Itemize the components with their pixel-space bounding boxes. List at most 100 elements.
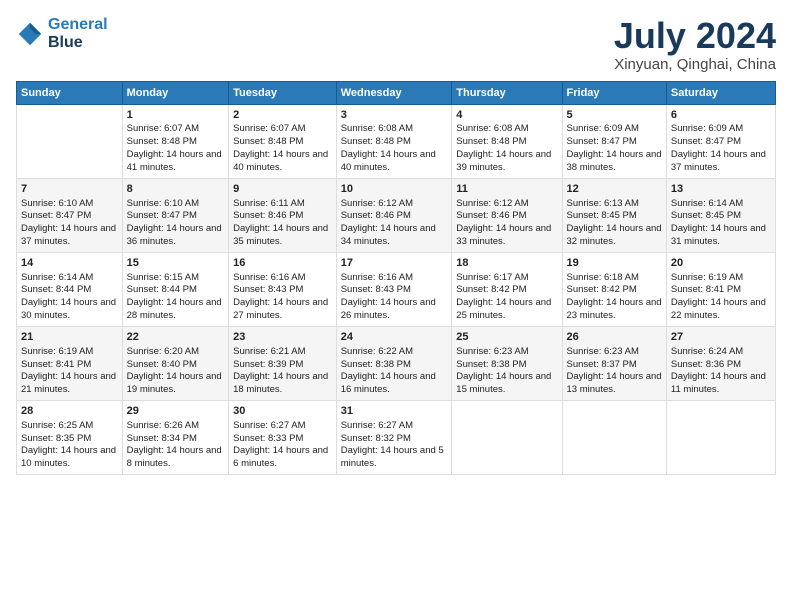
day-number: 12 [567, 182, 662, 197]
sunset-text: Sunset: 8:35 PM [21, 433, 118, 446]
day-number: 28 [21, 404, 118, 419]
daylight-text: Daylight: 14 hours and 8 minutes. [127, 445, 225, 471]
day-number: 31 [341, 404, 448, 419]
calendar-cell: 22Sunrise: 6:20 AMSunset: 8:40 PMDayligh… [122, 326, 229, 400]
calendar-cell: 23Sunrise: 6:21 AMSunset: 8:39 PMDayligh… [229, 326, 337, 400]
sunrise-text: Sunrise: 6:20 AM [127, 346, 225, 359]
day-number: 9 [233, 182, 332, 197]
page-container: General Blue July 2024 Xinyuan, Qinghai,… [0, 0, 792, 483]
sunrise-text: Sunrise: 6:14 AM [21, 272, 118, 285]
day-number: 24 [341, 330, 448, 345]
calendar-cell: 3Sunrise: 6:08 AMSunset: 8:48 PMDaylight… [336, 104, 452, 178]
subtitle: Xinyuan, Qinghai, China [614, 56, 776, 73]
calendar-cell: 19Sunrise: 6:18 AMSunset: 8:42 PMDayligh… [562, 252, 666, 326]
sunset-text: Sunset: 8:47 PM [127, 210, 225, 223]
daylight-text: Daylight: 14 hours and 31 minutes. [671, 223, 771, 249]
daylight-text: Daylight: 14 hours and 19 minutes. [127, 371, 225, 397]
sunrise-text: Sunrise: 6:08 AM [341, 123, 448, 136]
daylight-text: Daylight: 14 hours and 27 minutes. [233, 297, 332, 323]
daylight-text: Daylight: 14 hours and 26 minutes. [341, 297, 448, 323]
column-header-monday: Monday [122, 81, 229, 104]
calendar-cell: 1Sunrise: 6:07 AMSunset: 8:48 PMDaylight… [122, 104, 229, 178]
calendar-cell: 6Sunrise: 6:09 AMSunset: 8:47 PMDaylight… [666, 104, 775, 178]
daylight-text: Daylight: 14 hours and 13 minutes. [567, 371, 662, 397]
calendar-cell: 21Sunrise: 6:19 AMSunset: 8:41 PMDayligh… [17, 326, 123, 400]
day-number: 2 [233, 108, 332, 123]
daylight-text: Daylight: 14 hours and 22 minutes. [671, 297, 771, 323]
daylight-text: Daylight: 14 hours and 15 minutes. [456, 371, 557, 397]
sunset-text: Sunset: 8:43 PM [341, 284, 448, 297]
sunrise-text: Sunrise: 6:13 AM [567, 198, 662, 211]
day-number: 14 [21, 256, 118, 271]
sunrise-text: Sunrise: 6:26 AM [127, 420, 225, 433]
day-number: 18 [456, 256, 557, 271]
sunset-text: Sunset: 8:38 PM [456, 359, 557, 372]
sunrise-text: Sunrise: 6:19 AM [671, 272, 771, 285]
calendar-cell: 9Sunrise: 6:11 AMSunset: 8:46 PMDaylight… [229, 178, 337, 252]
day-number: 6 [671, 108, 771, 123]
sunrise-text: Sunrise: 6:12 AM [456, 198, 557, 211]
sunrise-text: Sunrise: 6:22 AM [341, 346, 448, 359]
day-number: 17 [341, 256, 448, 271]
calendar-header-row: SundayMondayTuesdayWednesdayThursdayFrid… [17, 81, 776, 104]
calendar-cell: 26Sunrise: 6:23 AMSunset: 8:37 PMDayligh… [562, 326, 666, 400]
day-number: 11 [456, 182, 557, 197]
sunset-text: Sunset: 8:48 PM [456, 136, 557, 149]
calendar-cell [17, 104, 123, 178]
title-block: July 2024 Xinyuan, Qinghai, China [614, 16, 776, 73]
sunrise-text: Sunrise: 6:25 AM [21, 420, 118, 433]
sunrise-text: Sunrise: 6:15 AM [127, 272, 225, 285]
sunrise-text: Sunrise: 6:10 AM [127, 198, 225, 211]
calendar-cell: 8Sunrise: 6:10 AMSunset: 8:47 PMDaylight… [122, 178, 229, 252]
calendar-cell: 30Sunrise: 6:27 AMSunset: 8:33 PMDayligh… [229, 400, 337, 474]
logo-text: General Blue [48, 16, 108, 51]
daylight-text: Daylight: 14 hours and 5 minutes. [341, 445, 448, 471]
main-title: July 2024 [614, 16, 776, 56]
daylight-text: Daylight: 14 hours and 11 minutes. [671, 371, 771, 397]
day-number: 10 [341, 182, 448, 197]
calendar-cell: 7Sunrise: 6:10 AMSunset: 8:47 PMDaylight… [17, 178, 123, 252]
calendar-cell [562, 400, 666, 474]
day-number: 7 [21, 182, 118, 197]
logo: General Blue [16, 16, 108, 51]
sunrise-text: Sunrise: 6:27 AM [233, 420, 332, 433]
calendar-cell: 11Sunrise: 6:12 AMSunset: 8:46 PMDayligh… [452, 178, 562, 252]
sunrise-text: Sunrise: 6:18 AM [567, 272, 662, 285]
week-row-5: 28Sunrise: 6:25 AMSunset: 8:35 PM Dayligh… [17, 400, 776, 474]
sunrise-text: Sunrise: 6:07 AM [233, 123, 332, 136]
sunset-text: Sunset: 8:39 PM [233, 359, 332, 372]
calendar-cell: 25Sunrise: 6:23 AMSunset: 8:38 PMDayligh… [452, 326, 562, 400]
sunset-text: Sunset: 8:40 PM [127, 359, 225, 372]
daylight-text: Daylight: 14 hours and 34 minutes. [341, 223, 448, 249]
day-number: 26 [567, 330, 662, 345]
daylight-text: Daylight: 14 hours and 39 minutes. [456, 149, 557, 175]
daylight-text: Daylight: 14 hours and 41 minutes. [127, 149, 225, 175]
day-number: 21 [21, 330, 118, 345]
calendar-cell: 13Sunrise: 6:14 AMSunset: 8:45 PMDayligh… [666, 178, 775, 252]
sunset-text: Sunset: 8:38 PM [341, 359, 448, 372]
day-number: 23 [233, 330, 332, 345]
logo-general: General [48, 16, 108, 33]
sunset-text: Sunset: 8:45 PM [567, 210, 662, 223]
sunrise-text: Sunrise: 6:09 AM [671, 123, 771, 136]
calendar-cell: 20Sunrise: 6:19 AMSunset: 8:41 PMDayligh… [666, 252, 775, 326]
sunrise-text: Sunrise: 6:24 AM [671, 346, 771, 359]
sunset-text: Sunset: 8:46 PM [456, 210, 557, 223]
sunset-text: Sunset: 8:48 PM [127, 136, 225, 149]
daylight-text: Daylight: 14 hours and 28 minutes. [127, 297, 225, 323]
sunrise-text: Sunrise: 6:17 AM [456, 272, 557, 285]
day-number: 27 [671, 330, 771, 345]
week-row-2: 7 Sunrise: 6:10 AMSunset: 8:47 PM Daylight… [17, 178, 776, 252]
daylight-text: Daylight: 14 hours and 37 minutes. [21, 223, 118, 249]
sunrise-text: Sunrise: 6:23 AM [456, 346, 557, 359]
sunset-text: Sunset: 8:41 PM [21, 359, 118, 372]
sunset-text: Sunset: 8:48 PM [233, 136, 332, 149]
sunset-text: Sunset: 8:43 PM [233, 284, 332, 297]
calendar-cell: 28Sunrise: 6:25 AMSunset: 8:35 PMDayligh… [17, 400, 123, 474]
sunrise-text: Sunrise: 6:19 AM [21, 346, 118, 359]
daylight-text: Daylight: 14 hours and 16 minutes. [341, 371, 448, 397]
day-number: 30 [233, 404, 332, 419]
sunset-text: Sunset: 8:46 PM [341, 210, 448, 223]
daylight-text: Daylight: 14 hours and 25 minutes. [456, 297, 557, 323]
calendar-cell: 24Sunrise: 6:22 AMSunset: 8:38 PMDayligh… [336, 326, 452, 400]
